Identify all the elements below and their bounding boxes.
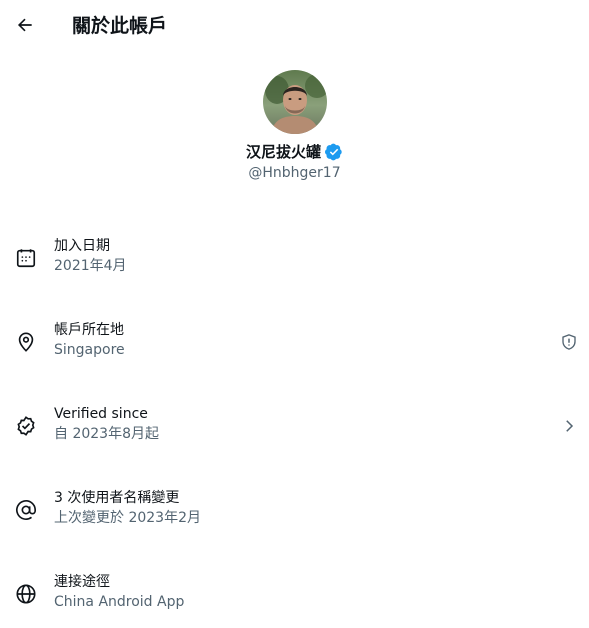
display-name: 汉尼拔火罐	[245, 143, 321, 161]
avatar-image	[262, 70, 327, 134]
globe-icon	[14, 582, 38, 606]
row-subtitle: Singapore	[54, 342, 125, 358]
verified-badge-icon	[14, 414, 38, 438]
info-row-join-date: 加入日期 2021年4月	[0, 228, 589, 290]
row-subtitle: 2021年4月	[54, 258, 127, 274]
header: 關於此帳戶	[0, 0, 589, 53]
info-row-username-changes: 3 次使用者名稱變更 上次變更於 2023年2月	[0, 480, 589, 542]
row-subtitle: China Android App	[54, 594, 185, 610]
verified-icon	[325, 143, 342, 161]
handle: @Hnbhger17	[248, 165, 341, 181]
chevron-right-icon[interactable]	[559, 416, 579, 436]
shield-icon[interactable]	[559, 332, 579, 352]
row-title: 加入日期	[54, 238, 110, 254]
row-title: 3 次使用者名稱變更	[54, 490, 180, 506]
row-title: Verified since	[54, 406, 148, 422]
profile-section: 汉尼拔火罐 @Hnbhger17	[0, 70, 589, 182]
calendar-icon	[14, 246, 38, 270]
page-title: 關於此帳戶	[72, 15, 168, 37]
avatar[interactable]	[262, 70, 327, 134]
location-pin-icon	[14, 330, 38, 354]
row-title: 連接途徑	[54, 574, 110, 590]
info-row-connected-via: 連接途徑 China Android App	[0, 564, 589, 626]
info-row-location: 帳戶所在地 Singapore	[0, 312, 589, 374]
at-sign-icon	[14, 498, 38, 522]
row-title: 帳戶所在地	[54, 322, 124, 338]
name-row: 汉尼拔火罐	[0, 142, 589, 162]
row-subtitle: 上次變更於 2023年2月	[54, 510, 201, 526]
arrow-left-icon	[17, 18, 32, 32]
row-subtitle: 自 2023年8月起	[54, 426, 159, 442]
back-button[interactable]	[10, 10, 40, 40]
info-row-verified-since[interactable]: Verified since 自 2023年8月起	[0, 396, 589, 458]
